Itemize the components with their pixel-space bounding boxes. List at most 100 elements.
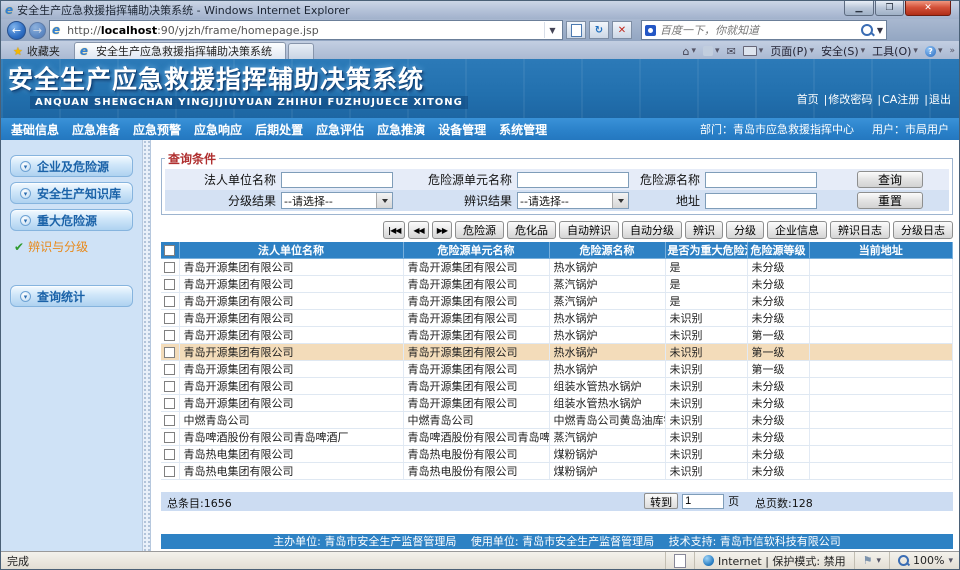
read-mail-button[interactable]: ✉ xyxy=(727,45,736,58)
table-row[interactable]: 青岛开源集团有限公司青岛开源集团有限公司热水锅炉未识别第一级 xyxy=(161,344,953,361)
new-tab-button[interactable] xyxy=(288,43,314,59)
grid-nav-button-1[interactable]: ◀◀ xyxy=(408,221,428,239)
table-row[interactable]: 青岛开源集团有限公司青岛开源集团有限公司组装水管热水锅炉未识别未分级 xyxy=(161,378,953,395)
search-dropdown-icon[interactable]: ▼ xyxy=(877,26,883,35)
table-row[interactable]: 青岛开源集团有限公司青岛开源集团有限公司热水锅炉未识别第一级 xyxy=(161,361,953,378)
table-row[interactable]: 青岛热电集团有限公司青岛热电股份有限公司煤粉锅炉未识别未分级 xyxy=(161,446,953,463)
row-checkbox[interactable] xyxy=(164,398,175,409)
sidebar-item-active[interactable]: ✔辨识与分级 xyxy=(14,238,142,255)
page-menu-button[interactable]: 页面(P)▾ xyxy=(770,43,814,59)
address-field[interactable]: e http://localhost:90/yjzh/frame/homepag… xyxy=(49,20,563,40)
overflow-chevron-icon[interactable]: » xyxy=(949,46,955,56)
help-button[interactable]: ?▾ xyxy=(925,46,943,57)
compatibility-view-button[interactable] xyxy=(566,21,586,39)
cell: 未分级 xyxy=(747,395,809,412)
minimize-button[interactable]: ▁ xyxy=(844,1,874,16)
sidebar-group-2[interactable]: ▾重大危险源 xyxy=(10,209,133,231)
feeds-button[interactable]: ▾ xyxy=(703,46,720,56)
row-checkbox[interactable] xyxy=(164,313,175,324)
row-checkbox[interactable] xyxy=(164,262,175,273)
table-row[interactable]: 青岛开源集团有限公司青岛开源集团有限公司热水锅炉未识别未分级 xyxy=(161,310,953,327)
refresh-button[interactable]: ↻ xyxy=(589,21,609,39)
row-checkbox[interactable] xyxy=(164,449,175,460)
field-label: 危险源单元名称 xyxy=(393,171,517,188)
table-row[interactable]: 青岛啤酒股份有限公司青岛啤酒厂青岛啤酒股份有限公司青岛啤酒厂蒸汽锅炉未识别未分级 xyxy=(161,429,953,446)
print-button[interactable]: ▾ xyxy=(743,46,764,56)
search-button[interactable]: 查询 xyxy=(857,171,923,188)
close-button[interactable]: ✕ xyxy=(905,1,951,16)
toolbar-button-3[interactable]: 自动分级 xyxy=(622,221,682,239)
unit-name-input[interactable] xyxy=(517,172,629,188)
cell: 未识别 xyxy=(665,344,747,361)
identify-result-select[interactable]: --请选择-- xyxy=(517,192,629,209)
menu-item-3[interactable]: 应急响应 xyxy=(190,121,246,138)
forward-button[interactable]: → xyxy=(29,22,46,39)
back-button[interactable]: ← xyxy=(7,21,26,40)
menu-item-4[interactable]: 后期处置 xyxy=(251,121,307,138)
url-dropdown-icon[interactable]: ▼ xyxy=(544,22,560,38)
active-tab[interactable]: e 安全生产应急救援指挥辅助决策系统 xyxy=(74,42,286,59)
address-input[interactable] xyxy=(705,193,817,209)
toolbar-button-1[interactable]: 危化品 xyxy=(507,221,556,239)
table-row[interactable]: 中燃青岛公司中燃青岛公司中燃青岛公司黄岛油库锅炉未识别未分级 xyxy=(161,412,953,429)
home-button[interactable]: ⌂▾ xyxy=(683,45,697,58)
sidebar-group-0[interactable]: ▾企业及危险源 xyxy=(10,155,133,177)
row-checkbox[interactable] xyxy=(164,364,175,375)
privacy-button[interactable]: ⚑▾ xyxy=(854,552,881,569)
header-link-0[interactable]: 首页 xyxy=(797,93,819,106)
tools-menu-button[interactable]: 工具(O)▾ xyxy=(872,43,918,59)
menu-item-6[interactable]: 应急推演 xyxy=(373,121,429,138)
table-row[interactable]: 青岛开源集团有限公司青岛开源集团有限公司组装水管热水锅炉未识别未分级 xyxy=(161,395,953,412)
menu-item-5[interactable]: 应急评估 xyxy=(312,121,368,138)
row-checkbox-cell xyxy=(161,327,179,344)
toolbar-button-8[interactable]: 分级日志 xyxy=(893,221,953,239)
menu-item-7[interactable]: 设备管理 xyxy=(434,121,490,138)
toolbar-button-6[interactable]: 企业信息 xyxy=(767,221,827,239)
row-checkbox[interactable] xyxy=(164,279,175,290)
search-icon[interactable] xyxy=(861,24,873,36)
row-checkbox[interactable] xyxy=(164,466,175,477)
grid-nav-button-2[interactable]: ▶▶ xyxy=(432,221,452,239)
grid-nav-button-0[interactable]: |◀◀ xyxy=(383,221,405,239)
header-link-3[interactable]: 退出 xyxy=(929,93,951,106)
row-checkbox[interactable] xyxy=(164,296,175,307)
table-row[interactable]: 青岛开源集团有限公司青岛开源集团有限公司热水锅炉是未分级 xyxy=(161,259,953,276)
row-checkbox[interactable] xyxy=(164,330,175,341)
select-all-checkbox[interactable] xyxy=(164,245,175,256)
toolbar-button-0[interactable]: 危险源 xyxy=(455,221,504,239)
header-link-1[interactable]: 修改密码 xyxy=(828,93,872,106)
header-link-2[interactable]: CA注册 xyxy=(882,93,919,106)
row-checkbox[interactable] xyxy=(164,432,175,443)
table-row[interactable]: 青岛热电集团有限公司青岛热电股份有限公司煤粉锅炉未识别未分级 xyxy=(161,463,953,480)
menu-item-2[interactable]: 应急预警 xyxy=(129,121,185,138)
favorites-button[interactable]: ★ 收藏夹 xyxy=(5,43,68,59)
row-checkbox[interactable] xyxy=(164,415,175,426)
table-row[interactable]: 青岛开源集团有限公司青岛开源集团有限公司热水锅炉未识别第一级 xyxy=(161,327,953,344)
corp-name-input[interactable] xyxy=(281,172,393,188)
grade-result-select[interactable]: --请选择-- xyxy=(281,192,393,209)
frame-splitter[interactable] xyxy=(142,140,151,551)
source-name-input[interactable] xyxy=(705,172,817,188)
row-checkbox[interactable] xyxy=(164,347,175,358)
zoom-control[interactable]: 100% ▾ xyxy=(889,552,953,569)
toolbar-button-4[interactable]: 辨识 xyxy=(685,221,723,239)
goto-page-button[interactable]: 转到 xyxy=(644,493,678,509)
cell: 青岛开源集团有限公司 xyxy=(179,378,403,395)
toolbar-button-2[interactable]: 自动辨识 xyxy=(559,221,619,239)
page-number-input[interactable] xyxy=(682,494,724,509)
table-row[interactable]: 青岛开源集团有限公司青岛开源集团有限公司蒸汽锅炉是未分级 xyxy=(161,293,953,310)
stop-button[interactable]: ✕ xyxy=(612,21,632,39)
reset-button[interactable]: 重置 xyxy=(857,192,923,209)
row-checkbox[interactable] xyxy=(164,381,175,392)
table-row[interactable]: 青岛开源集团有限公司青岛开源集团有限公司蒸汽锅炉是未分级 xyxy=(161,276,953,293)
toolbar-button-5[interactable]: 分级 xyxy=(726,221,764,239)
menu-item-1[interactable]: 应急准备 xyxy=(68,121,124,138)
maximize-button[interactable]: ❐ xyxy=(875,1,904,16)
menu-item-8[interactable]: 系统管理 xyxy=(495,121,551,138)
menu-item-0[interactable]: 基础信息 xyxy=(7,121,63,138)
sidebar-group-1[interactable]: ▾安全生产知识库 xyxy=(10,182,133,204)
safety-menu-button[interactable]: 安全(S)▾ xyxy=(821,43,865,59)
toolbar-button-7[interactable]: 辨识日志 xyxy=(830,221,890,239)
sidebar-group-stats[interactable]: ▾查询统计 xyxy=(10,285,133,307)
search-input[interactable]: 百度一下，你就知道 ▼ xyxy=(641,20,887,40)
